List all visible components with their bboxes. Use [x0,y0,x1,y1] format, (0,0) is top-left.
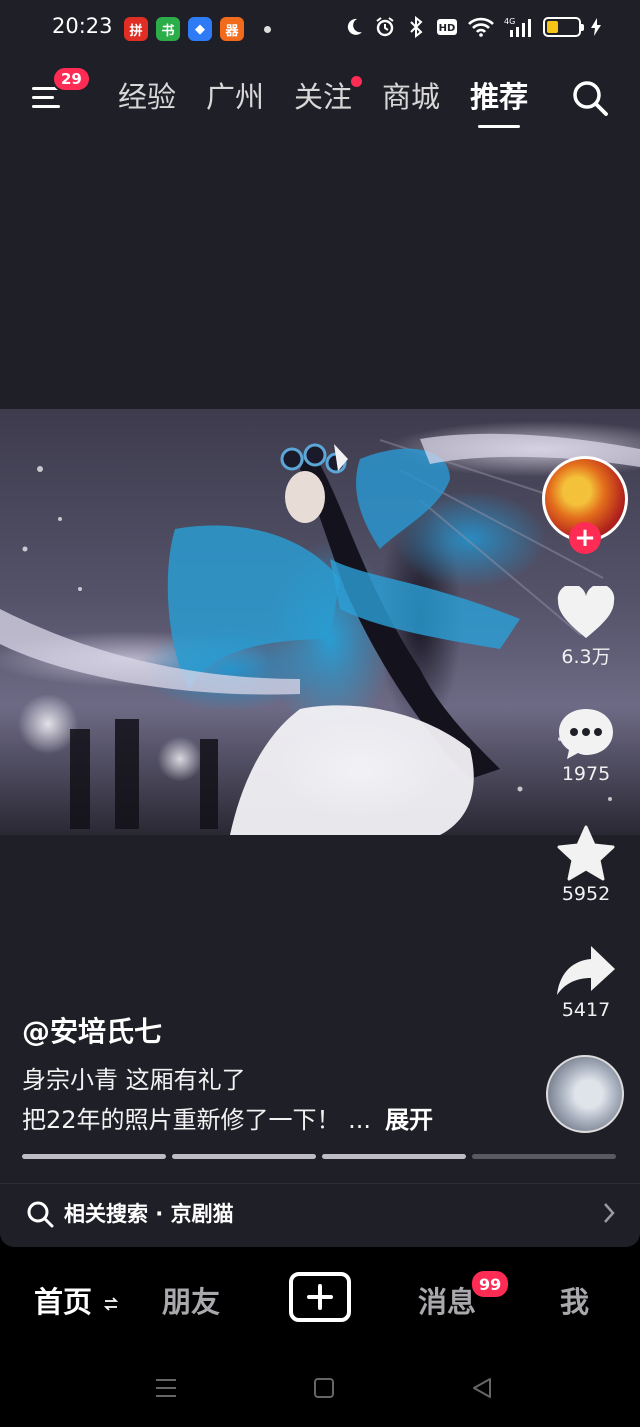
favorite-count: 5952 [561,883,611,905]
caption-line-2: 把22年的照片重新修了一下！ ... 展开 [22,1100,433,1135]
menu-line [32,105,60,108]
nav-friends[interactable]: 朋友 [162,1279,220,1321]
favorite-button[interactable]: 5952 [540,825,632,905]
hd-label: HD [439,23,456,34]
home-button-icon[interactable] [313,1377,335,1399]
nav-home[interactable]: 首页 [34,1279,119,1321]
status-time: 20:23 [52,14,113,38]
like-button[interactable]: 6.3万 [540,586,632,669]
orange-app-icon: 器 [220,17,244,41]
nav-messages[interactable]: 消息 [418,1279,476,1321]
tab-label: 广州 [206,80,265,114]
bluetooth-icon [405,16,427,38]
back-button-icon[interactable] [471,1377,493,1399]
comment-button[interactable]: 1975 [540,705,632,785]
related-search-text: 相关搜索 · 京剧猫 [64,1202,234,1226]
refresh-arrows-icon [103,1297,119,1311]
tab-recommended[interactable]: 推荐 [470,76,529,128]
more-notifications-dot [264,25,271,33]
share-button[interactable]: 5417 [540,943,632,1021]
status-app-icons: 拼 书 ◆ 器 [124,17,271,41]
charging-icon [590,16,602,38]
author-handle[interactable]: @安培氏七 [22,1010,162,1050]
tab-guangzhou[interactable]: 广州 [206,76,264,120]
tab-mall[interactable]: 商城 [382,76,440,120]
system-navigation-bar [0,1357,640,1427]
comment-count: 1975 [561,763,611,785]
follow-button[interactable]: + [569,522,601,554]
tab-experience[interactable]: 经验 [118,76,176,120]
star-icon [557,825,615,881]
hd-icon: HD [436,16,458,38]
tab-label: 关注 [294,80,353,114]
pinduoduo-app-icon: 拼 [124,17,148,41]
cellular-signal-icon: 4G [504,16,534,38]
video-feed-screen: 20:23 拼 书 ◆ 器 HD 4G 29 经验 广州 关注 商城 推荐 + … [0,0,640,1247]
like-count: 6.3万 [561,646,611,668]
moon-icon [343,16,365,38]
signal-type-label: 4G [504,17,515,26]
heart-icon [557,586,615,638]
messages-badge: 99 [470,1269,511,1299]
bottom-navigation: 首页 朋友 消息 99 我 [0,1247,640,1357]
alarm-icon [374,16,396,38]
menu-badge: 29 [52,66,91,92]
battery-icon [543,17,584,37]
nav-me[interactable]: 我 [560,1279,589,1321]
caption-text: 把22年的照片重新修了一下！ ... [22,1106,372,1134]
music-disc[interactable] [546,1055,624,1133]
caption-line-1: 身宗小青 这厢有礼了 [22,1066,246,1094]
tab-label: 经验 [118,80,177,114]
chevron-right-icon [604,1203,615,1223]
search-icon [27,1201,54,1228]
search-button[interactable] [570,78,610,118]
blue-app-icon: ◆ [188,17,212,41]
create-post-button[interactable] [289,1272,351,1322]
progress-segment [472,1154,616,1159]
nav-me-label: 我 [560,1285,590,1319]
following-new-dot [351,76,363,87]
status-bar: 20:23 拼 书 ◆ 器 HD 4G [0,0,640,58]
tab-following[interactable]: 关注 [294,76,363,120]
progress-segment [22,1154,166,1159]
tab-label: 推荐 [470,80,529,114]
wifi-icon [467,16,495,38]
menu-line [32,96,54,99]
related-search-bar[interactable]: 相关搜索 · 京剧猫 [0,1183,640,1245]
comment-icon [559,709,613,759]
nav-home-label: 首页 [34,1285,93,1319]
expand-caption-button[interactable]: 展开 [385,1106,433,1134]
top-navigation: 29 经验 广州 关注 商城 推荐 [0,62,640,132]
tab-label: 商城 [382,80,441,114]
share-arrow-icon [557,946,615,995]
plus-icon [307,1284,333,1310]
share-count: 5417 [561,999,611,1021]
progress-segment [322,1154,466,1159]
system-status-icons: HD 4G [343,16,602,38]
battery-level [547,21,558,33]
green-app-icon: 书 [156,17,180,41]
recent-apps-icon[interactable] [154,1377,178,1399]
feed-tabs: 经验 广州 关注 商城 推荐 [118,76,558,128]
image-carousel-progress [22,1154,616,1159]
search-icon [573,81,608,116]
nav-messages-label: 消息 [418,1285,477,1319]
progress-segment [172,1154,316,1159]
nav-friends-label: 朋友 [162,1285,221,1319]
